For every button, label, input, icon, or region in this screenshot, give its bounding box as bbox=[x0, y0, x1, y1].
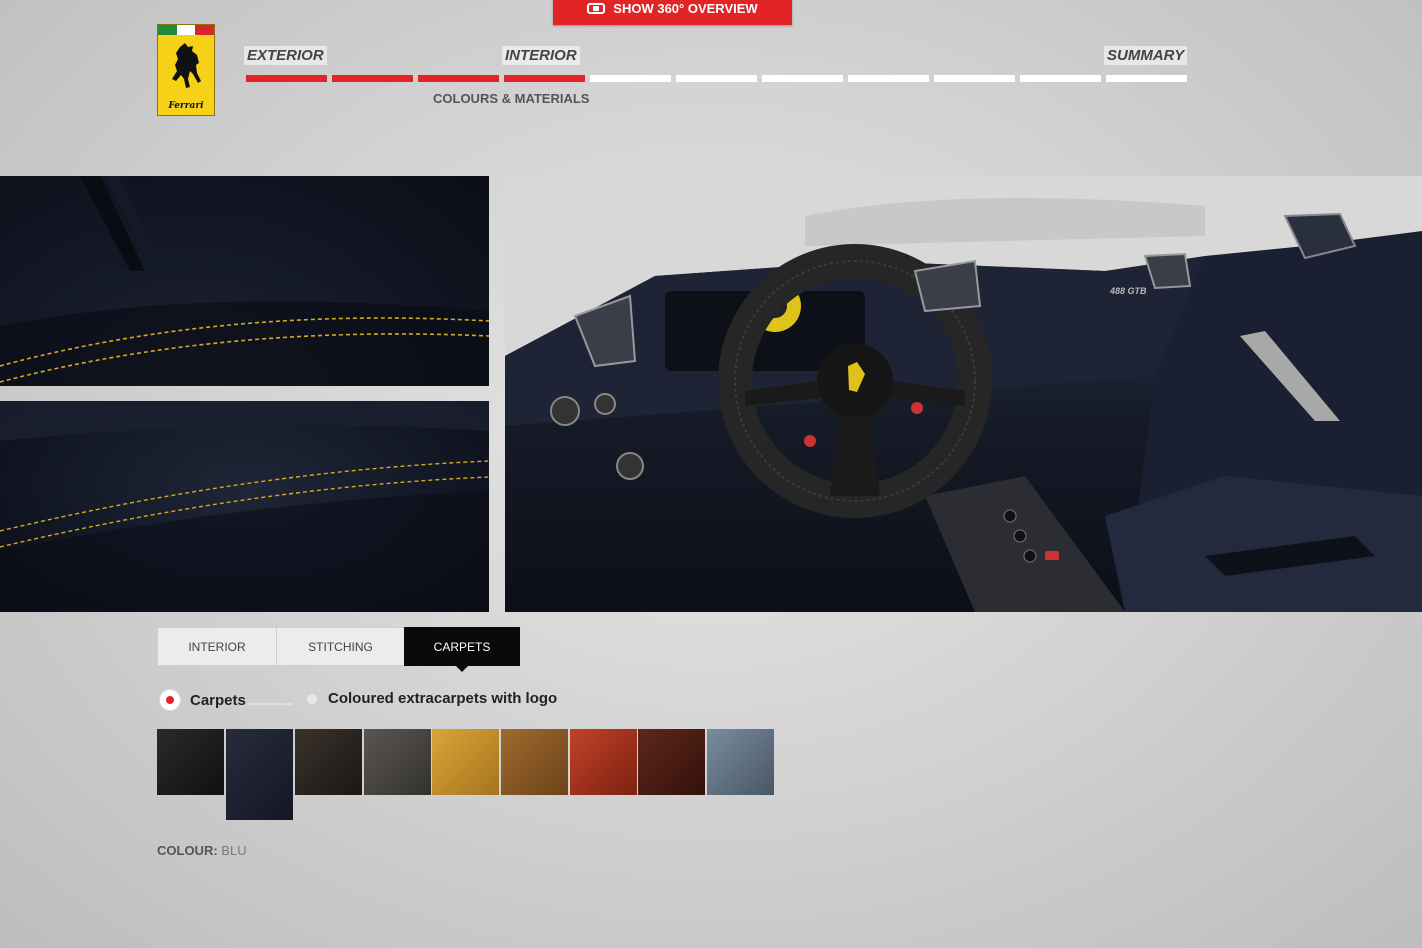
colour-readout: COLOUR: BLU bbox=[157, 843, 247, 858]
car-360-icon bbox=[587, 3, 606, 14]
leather-detail-image-top bbox=[0, 176, 489, 386]
italian-flag-stripe bbox=[158, 25, 215, 35]
step-exterior[interactable]: EXTERIOR bbox=[244, 46, 327, 65]
radio-unselected-icon[interactable] bbox=[306, 692, 318, 705]
carpet-swatch-tan[interactable] bbox=[501, 729, 568, 795]
show-360-overview-button[interactable]: SHOW 360° OVERVIEW bbox=[553, 0, 792, 25]
tab-interior[interactable]: INTERIOR bbox=[157, 627, 277, 666]
progress-segment[interactable] bbox=[332, 75, 413, 82]
progress-segment[interactable] bbox=[504, 75, 585, 82]
leather-detail-image-bottom bbox=[0, 401, 489, 612]
carpet-swatch-blu[interactable] bbox=[226, 729, 293, 820]
progress-segment[interactable] bbox=[848, 75, 929, 82]
logo-wordmark: Ferrari bbox=[168, 101, 204, 111]
carpet-swatch-red[interactable] bbox=[570, 729, 637, 795]
progress-segment[interactable] bbox=[762, 75, 843, 82]
progress-segment[interactable] bbox=[1106, 75, 1187, 82]
option-divider bbox=[248, 703, 293, 705]
progress-segment[interactable] bbox=[590, 75, 671, 82]
carpet-swatch-light-blue[interactable] bbox=[707, 729, 774, 795]
progress-segment[interactable] bbox=[418, 75, 499, 82]
carpet-swatch-yellow[interactable] bbox=[432, 729, 499, 795]
carpet-swatch-black[interactable] bbox=[157, 729, 224, 795]
step-summary[interactable]: SUMMARY bbox=[1104, 46, 1188, 65]
progress-segment[interactable] bbox=[676, 75, 757, 82]
tab-carpets[interactable]: CARPETS bbox=[404, 627, 520, 672]
option-carpets-label: Carpets bbox=[190, 691, 246, 709]
option-carpets[interactable]: Carpets bbox=[160, 690, 246, 710]
carpet-swatch-grey[interactable] bbox=[364, 729, 431, 795]
model-badge: 488 GTB bbox=[1109, 286, 1147, 296]
carpet-swatch-burgundy[interactable] bbox=[638, 729, 705, 795]
carpet-swatch-dark-brown[interactable] bbox=[295, 729, 362, 795]
interior-cockpit-image: 488 GTB bbox=[505, 176, 1422, 612]
step-sub-label: COLOURS & MATERIALS bbox=[433, 91, 590, 106]
step-interior[interactable]: INTERIOR bbox=[502, 46, 580, 65]
show-360-overview-label: SHOW 360° OVERVIEW bbox=[613, 1, 758, 16]
tab-stitching[interactable]: STITCHING bbox=[276, 627, 405, 666]
progress-segment[interactable] bbox=[1020, 75, 1101, 82]
colour-value: BLU bbox=[221, 843, 247, 858]
prancing-horse-icon bbox=[172, 43, 201, 88]
option-coloured-extracarpets-label: Coloured extracarpets with logo bbox=[328, 690, 558, 707]
progress-segment[interactable] bbox=[246, 75, 327, 82]
progress-segment[interactable] bbox=[934, 75, 1015, 82]
radio-selected-icon[interactable] bbox=[160, 690, 180, 710]
option-coloured-extracarpets[interactable]: Coloured extracarpets with logo bbox=[306, 690, 557, 707]
ferrari-logo[interactable]: Ferrari bbox=[157, 24, 215, 116]
colour-label: COLOUR: bbox=[157, 843, 218, 858]
